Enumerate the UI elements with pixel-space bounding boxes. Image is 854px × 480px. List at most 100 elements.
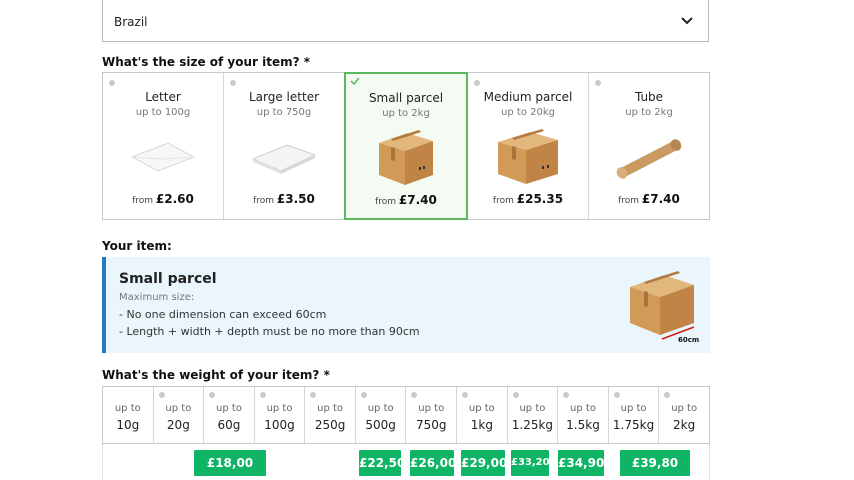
price-button[interactable]: £34,90 — [558, 450, 604, 476]
radio-dot — [512, 392, 519, 398]
size-card-name: Large letter — [248, 90, 320, 104]
price-button[interactable]: £33,20 — [511, 450, 550, 476]
price-button[interactable]: £26,00 — [410, 450, 456, 476]
radio-dot — [109, 80, 115, 86]
size-card-price: from £3.50 — [253, 192, 315, 206]
country-select[interactable]: Brazil — [102, 0, 709, 42]
radio-dot — [563, 392, 570, 398]
weight-up-to: up to — [367, 403, 394, 414]
size-card-limit: up to 100g — [135, 107, 191, 118]
weight-option-250g[interactable]: up to 250g — [305, 387, 356, 443]
weight-amount: 100g — [264, 418, 295, 432]
weight-option-100g[interactable]: up to 100g — [255, 387, 306, 443]
your-item-heading: Your item: — [102, 239, 172, 253]
check-icon — [350, 77, 360, 85]
large-envelope-icon — [251, 144, 317, 174]
radio-dot — [209, 392, 216, 398]
radio-dot — [664, 392, 671, 398]
radio-dot — [158, 392, 165, 398]
parcel-dimension-icon: 60cm — [630, 271, 699, 344]
weight-amount: 20g — [166, 418, 190, 432]
size-card-price: from £7.40 — [375, 193, 437, 207]
size-card-name: Letter — [145, 90, 181, 104]
size-card-medium-parcel[interactable]: Medium parcel up to 20kg from £25.35 — [468, 73, 589, 219]
weight-amount: 60g — [217, 418, 241, 432]
price-button[interactable]: £18,00 — [194, 450, 266, 476]
radio-dot — [230, 80, 236, 86]
tube-icon — [616, 139, 682, 179]
dimension-label: 60cm — [678, 336, 699, 344]
radio-dot — [474, 80, 480, 86]
radio-dot — [595, 80, 601, 86]
envelope-icon — [130, 142, 196, 172]
radio-dot — [613, 392, 620, 398]
weight-up-to: up to — [671, 403, 698, 414]
weight-option-60g[interactable]: up to 60g — [204, 387, 255, 443]
size-card-limit: up to 2kg — [625, 107, 673, 118]
weight-up-to: up to — [317, 403, 344, 414]
small-box-icon — [379, 130, 433, 185]
item-title: Small parcel — [119, 271, 217, 287]
item-rule: - No one dimension can exceed 60cm — [119, 308, 327, 321]
item-info-panel: Small parcel Maximum size: - No one dime… — [102, 257, 710, 353]
weight-amount: 1.25kg — [511, 418, 554, 432]
weight-option-1-5kg[interactable]: up to 1.5kg — [558, 387, 609, 443]
size-card-name: Tube — [634, 90, 664, 104]
weight-option-1kg[interactable]: up to 1kg — [457, 387, 508, 443]
weight-amount: 750g — [415, 418, 447, 432]
radio-dot — [360, 392, 367, 398]
radio-dot — [462, 392, 469, 398]
item-subtitle: Maximum size: — [119, 292, 195, 303]
weight-up-to: up to — [215, 403, 242, 414]
medium-box-icon — [498, 129, 558, 184]
size-card-tube[interactable]: Tube up to 2kg from £7.40 — [589, 73, 709, 219]
price-row: £18,00 £22,50 £26,00 £29,00 £33,20 £34,9… — [102, 444, 710, 480]
radio-dot — [259, 392, 266, 398]
weight-up-to: up to — [266, 403, 293, 414]
size-card-limit: up to 20kg — [501, 107, 555, 118]
weight-amount: 10g — [116, 418, 140, 432]
weight-amount: 250g — [314, 418, 346, 432]
weight-option-2kg[interactable]: up to 2kg — [659, 387, 709, 443]
country-select-value: Brazil — [114, 15, 148, 29]
weight-amount: 1.75kg — [612, 418, 655, 432]
weight-amount: 1kg — [470, 418, 493, 432]
weight-option-1-25kg[interactable]: up to 1.25kg — [508, 387, 559, 443]
price-button[interactable]: £39,80 — [620, 450, 690, 476]
size-card-letter[interactable]: Letter up to 100g from £2.60 — [103, 73, 224, 219]
size-section-heading: What's the size of your item? * — [102, 55, 311, 69]
weight-up-to: up to — [570, 403, 596, 414]
weight-amount: 2kg — [673, 418, 696, 432]
weight-option-10g[interactable]: up to 10g — [103, 387, 154, 443]
size-card-limit: up to 750g — [256, 107, 312, 118]
size-card-list: Letter up to 100g from £2.60 Large lette… — [102, 72, 710, 220]
weight-option-20g[interactable]: up to 20g — [154, 387, 205, 443]
size-card-large-letter[interactable]: Large letter up to 750g from £3.50 — [224, 73, 345, 219]
weight-section-heading: What's the weight of your item? * — [102, 368, 330, 382]
chevron-down-icon — [681, 17, 693, 25]
size-card-name: Medium parcel — [483, 90, 573, 104]
size-card-small-parcel[interactable]: Small parcel up to 2kg from £7.40 — [344, 72, 468, 220]
weight-amount: 500g — [365, 418, 396, 432]
weight-up-to: up to — [620, 403, 647, 414]
weight-up-to: up to — [114, 403, 141, 414]
weight-up-to: up to — [468, 403, 495, 414]
size-card-limit: up to 2kg — [382, 108, 430, 119]
size-card-price: from £2.60 — [132, 192, 194, 206]
weight-option-list: up to 10g up to 20g up to 60g up to 100g up … — [102, 386, 710, 444]
weight-up-to: up to — [165, 403, 192, 414]
radio-dot — [411, 392, 418, 398]
weight-amount: 1.5kg — [566, 418, 600, 432]
weight-option-500g[interactable]: up to 500g — [356, 387, 407, 443]
weight-up-to: up to — [519, 403, 546, 414]
size-card-name: Small parcel — [368, 91, 444, 105]
weight-option-750g[interactable]: up to 750g — [406, 387, 458, 443]
size-card-price: from £25.35 — [492, 192, 564, 206]
radio-dot — [310, 392, 317, 398]
price-button[interactable]: £29,00 — [461, 450, 507, 476]
item-rule: - Length + width + depth must be no more… — [119, 325, 420, 338]
price-button[interactable]: £22,50 — [359, 450, 405, 476]
weight-up-to: up to — [418, 403, 445, 414]
weight-option-1-75kg[interactable]: up to 1.75kg — [609, 387, 660, 443]
size-card-price: from £7.40 — [618, 192, 680, 206]
